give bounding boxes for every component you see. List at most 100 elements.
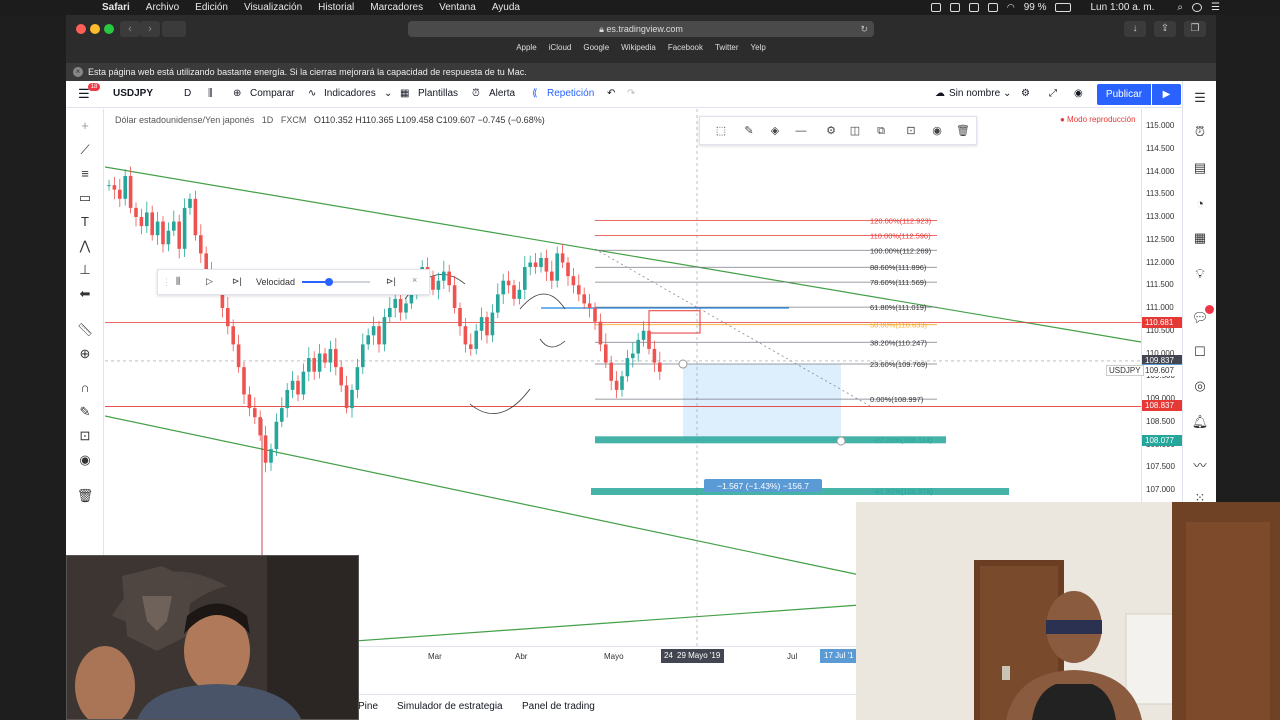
share-button[interactable]: ⇪ bbox=[1154, 21, 1176, 37]
lock-icon[interactable]: ⊡ bbox=[904, 124, 918, 138]
favorite-yelp[interactable]: Yelp bbox=[751, 43, 766, 57]
pattern-icon[interactable]: ⋀ bbox=[76, 237, 94, 255]
favorite-wikipedia[interactable]: Wikipedia bbox=[621, 43, 656, 57]
lock-drawings-icon[interactable]: ⊡ bbox=[76, 427, 94, 445]
wifi-icon[interactable]: ◠ bbox=[1007, 2, 1015, 13]
clone-icon[interactable]: ⧉ bbox=[874, 124, 888, 138]
menu-archivo[interactable]: Archivo bbox=[146, 2, 179, 13]
symbol-search[interactable]: USDJPY bbox=[113, 88, 153, 99]
drawing-settings-icon[interactable]: ⚙︎ bbox=[824, 124, 838, 138]
menu-visualizacion[interactable]: Visualización bbox=[244, 2, 302, 13]
zoom-icon[interactable]: ⊕ bbox=[76, 345, 94, 363]
tab-trading-panel[interactable]: Panel de trading bbox=[522, 701, 595, 712]
replay-button[interactable]: Repetición bbox=[547, 88, 594, 99]
replay-step-forward-icon[interactable]: ⊳| bbox=[232, 276, 242, 287]
favorite-twitter[interactable]: Twitter bbox=[715, 43, 739, 57]
alerts-clock-icon[interactable]: ⏰︎ bbox=[1191, 123, 1209, 141]
prediction-icon[interactable]: ⊥ bbox=[76, 261, 94, 279]
tabs-button[interactable]: ❐ bbox=[1184, 21, 1206, 37]
close-window-button[interactable] bbox=[76, 24, 86, 34]
stay-drawing-icon[interactable]: ✎ bbox=[76, 403, 94, 421]
zoom-window-button[interactable] bbox=[104, 24, 114, 34]
clock[interactable]: Lun 1:00 a. m. bbox=[1090, 2, 1154, 13]
fib-retracement-icon[interactable]: ≡ bbox=[76, 165, 94, 183]
screen-icon[interactable] bbox=[949, 3, 960, 12]
indicators-button[interactable]: Indicadores bbox=[324, 88, 376, 99]
back-arrow-icon[interactable]: ⬅ bbox=[76, 285, 94, 303]
messages-icon[interactable]: ☐ bbox=[1191, 343, 1209, 361]
favorite-facebook[interactable]: Facebook bbox=[668, 43, 703, 57]
chevron-down-icon[interactable]: ⌄ bbox=[384, 88, 392, 99]
delete-trash-icon[interactable]: 🗑︎ bbox=[956, 124, 970, 138]
menu-app[interactable]: Safari bbox=[102, 2, 130, 13]
visual-order-icon[interactable]: ◫ bbox=[848, 124, 862, 138]
minimize-window-button[interactable] bbox=[90, 24, 100, 34]
siri-icon[interactable] bbox=[1192, 3, 1203, 12]
compare-icon[interactable]: ⊕ bbox=[233, 88, 241, 99]
speed-slider[interactable] bbox=[302, 278, 370, 286]
replay-jump-icon[interactable]: ⫼ bbox=[176, 276, 180, 287]
settings-gear-icon[interactable]: ⚙︎ bbox=[1021, 88, 1030, 99]
hotlist-icon[interactable]: ◔ bbox=[1191, 195, 1209, 213]
crosshair-icon[interactable]: + bbox=[76, 117, 94, 135]
undo-icon[interactable]: ↶ bbox=[607, 88, 615, 99]
alert-button[interactable]: Alerta bbox=[489, 88, 515, 99]
replay-icon[interactable]: ⟪ bbox=[532, 88, 538, 99]
menu-historial[interactable]: Historial bbox=[318, 2, 354, 13]
menu-ventana[interactable]: Ventana bbox=[439, 2, 476, 13]
record-icon[interactable] bbox=[930, 3, 941, 12]
redo-icon[interactable]: ↷ bbox=[627, 88, 635, 99]
tab-pine[interactable]: Pine bbox=[358, 701, 378, 712]
order-panel-icon[interactable]: 〰 bbox=[1191, 457, 1209, 475]
search-icon[interactable]: ⌕ bbox=[1177, 2, 1183, 13]
replay-end-icon[interactable]: ⊳| bbox=[386, 276, 396, 287]
back-button[interactable]: ‹ bbox=[120, 21, 140, 37]
templates-button[interactable]: Plantillas bbox=[418, 88, 458, 99]
notifications-bell-icon[interactable]: 🔔︎ bbox=[1191, 413, 1209, 431]
favorite-google[interactable]: Google bbox=[583, 43, 609, 57]
downloads-button[interactable]: ↓ bbox=[1124, 21, 1146, 37]
snapshot-camera-icon[interactable]: ◉ bbox=[1074, 88, 1083, 99]
watchlist-icon[interactable]: ☰ bbox=[1191, 89, 1209, 107]
streams-icon[interactable]: ◎ bbox=[1191, 377, 1209, 395]
notifications-icon[interactable]: ☰ bbox=[1211, 2, 1220, 13]
bluetooth-icon[interactable] bbox=[987, 3, 998, 12]
favorite-icloud[interactable]: iCloud bbox=[549, 43, 572, 57]
forward-button[interactable]: › bbox=[140, 21, 160, 37]
menu-marcadores[interactable]: Marcadores bbox=[370, 2, 423, 13]
calendar-icon[interactable]: ▦ bbox=[1191, 229, 1209, 247]
cloud-icon[interactable]: ☁︎ bbox=[935, 88, 945, 99]
line-color-icon[interactable]: ✎ bbox=[742, 124, 756, 138]
visibility-eye-icon[interactable]: ◉ bbox=[76, 451, 94, 469]
fullscreen-icon[interactable]: ⤢ bbox=[1049, 88, 1057, 99]
replay-play-icon[interactable]: ▷ bbox=[206, 276, 213, 287]
alert-icon[interactable]: ⏰︎ bbox=[472, 88, 480, 99]
template-icon[interactable]: ⬚ bbox=[714, 124, 728, 138]
publish-button[interactable]: Publicar bbox=[1097, 84, 1151, 105]
magnet-icon[interactable]: ∩ bbox=[76, 379, 94, 397]
ruler-icon[interactable]: 📏︎ bbox=[76, 321, 94, 339]
close-warning-icon[interactable]: × bbox=[73, 67, 83, 77]
chevron-down-icon[interactable]: ⌄ bbox=[1003, 88, 1011, 99]
fill-color-icon[interactable]: ◈ bbox=[768, 124, 782, 138]
favorite-apple[interactable]: Apple bbox=[516, 43, 536, 57]
publish-play-icon[interactable]: ▶︎ bbox=[1152, 84, 1181, 105]
trash-icon[interactable]: 🗑︎ bbox=[76, 487, 94, 505]
speed-slider-knob[interactable] bbox=[325, 278, 334, 286]
chart-type-icon[interactable]: ⫼ bbox=[208, 88, 213, 99]
hide-eye-icon[interactable]: ◉ bbox=[930, 124, 944, 138]
trend-line-icon[interactable]: ⟋ bbox=[76, 141, 94, 159]
indicators-icon[interactable]: ∿ bbox=[308, 88, 316, 99]
replay-close-icon[interactable]: × bbox=[412, 275, 417, 285]
text-icon[interactable]: T bbox=[76, 213, 94, 231]
replay-drag-handle-icon[interactable]: ⋮ bbox=[162, 277, 171, 288]
menu-ayuda[interactable]: Ayuda bbox=[492, 2, 520, 13]
battery-icon[interactable] bbox=[1055, 3, 1072, 12]
layout-name-button[interactable]: Sin nombre bbox=[949, 88, 1000, 99]
tab-strategy-tester[interactable]: Simulador de estrategia bbox=[397, 701, 503, 712]
line-style-icon[interactable]: — bbox=[794, 124, 808, 138]
rectangle-icon[interactable]: ▭ bbox=[76, 189, 94, 207]
airplay-icon[interactable] bbox=[968, 3, 979, 12]
data-window-icon[interactable]: ▤ bbox=[1191, 159, 1209, 177]
url-bar[interactable]: 🔒︎ es.tradingview.com ↻ bbox=[408, 21, 874, 37]
